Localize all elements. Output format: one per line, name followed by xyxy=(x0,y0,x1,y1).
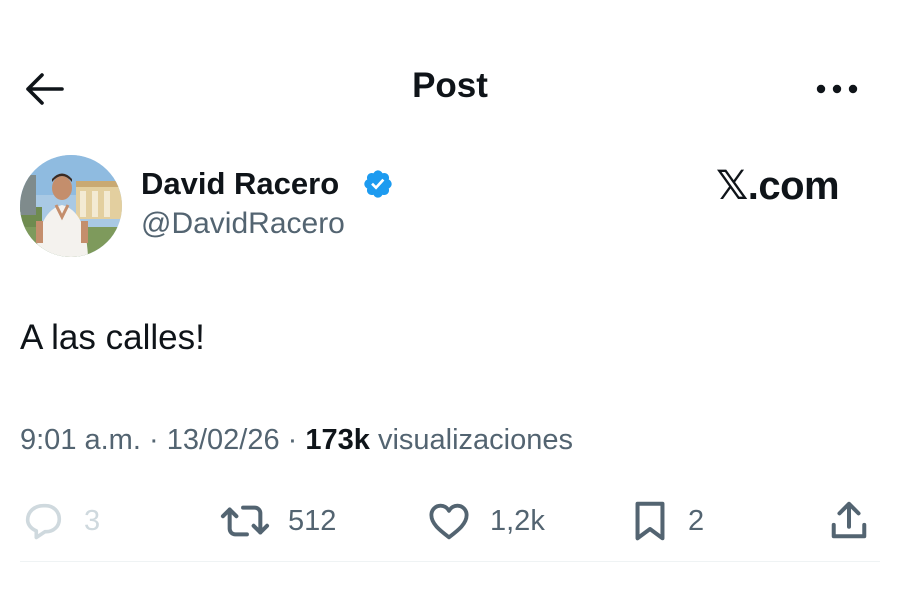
like-count: 1,2k xyxy=(490,504,545,537)
author-name[interactable]: David Racero xyxy=(141,166,339,202)
like-button[interactable]: 1,2k xyxy=(426,496,545,546)
reply-count: 3 xyxy=(84,504,101,537)
bookmark-icon xyxy=(635,501,665,541)
meta-separator: · xyxy=(148,424,159,456)
reply-icon xyxy=(25,503,62,540)
heart-icon xyxy=(429,503,469,540)
author-handle[interactable]: @DavidRacero xyxy=(141,207,345,241)
post-time[interactable]: 9:01 a.m. xyxy=(20,424,141,456)
avatar[interactable] xyxy=(20,155,122,257)
meta-separator: · xyxy=(287,424,298,456)
x-logo-label: 𝕏.com xyxy=(716,164,840,208)
post-meta: 9:01 a.m. · 13/02/26 · 173k visualizacio… xyxy=(20,424,573,457)
share-icon xyxy=(831,501,867,539)
repost-button[interactable]: 512 xyxy=(220,496,336,546)
more-options-button[interactable] xyxy=(812,72,862,106)
share-button[interactable] xyxy=(828,496,870,546)
page-title: Post xyxy=(412,66,488,105)
verified-badge-icon xyxy=(364,170,392,198)
avatar-photo xyxy=(20,155,122,257)
reply-button[interactable]: 3 xyxy=(20,496,100,546)
more-horizontal-icon xyxy=(816,84,858,94)
repost-count: 512 xyxy=(288,504,337,537)
post-text: A las calles! xyxy=(20,318,205,357)
repost-icon xyxy=(220,505,270,537)
bookmark-count: 2 xyxy=(688,504,705,537)
views-count: 173k xyxy=(305,424,370,456)
views-label: visualizaciones xyxy=(377,424,574,456)
post-date[interactable]: 13/02/26 xyxy=(167,424,280,456)
divider xyxy=(20,561,880,562)
bookmark-button[interactable]: 2 xyxy=(630,496,704,546)
